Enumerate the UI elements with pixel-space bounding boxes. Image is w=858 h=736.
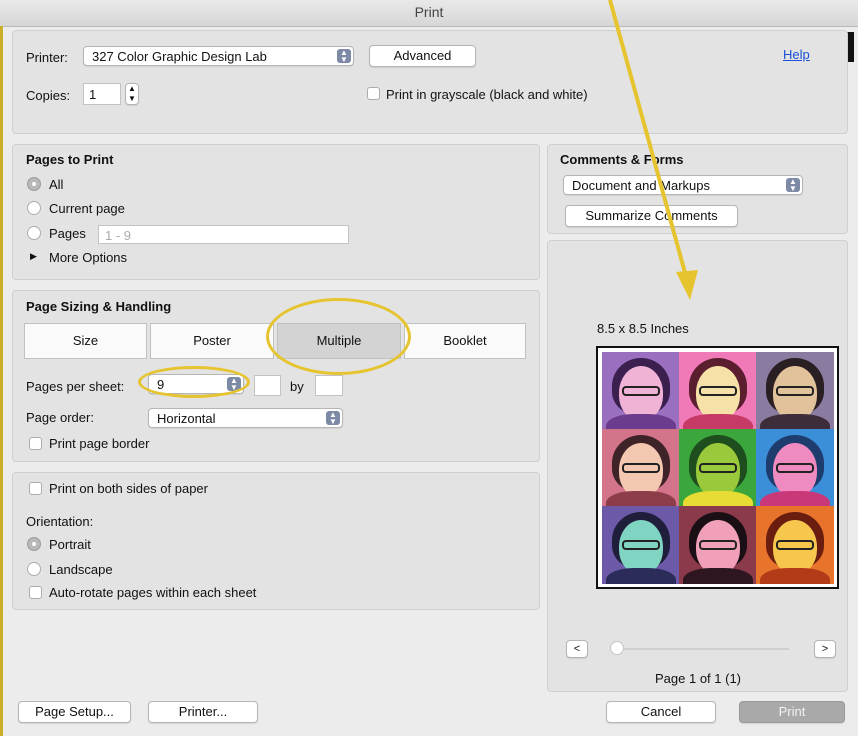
page-count-label: Page 1 of 1 (1) [655, 671, 741, 686]
thumb-body [683, 414, 753, 430]
page-order-value: Horizontal [157, 411, 216, 426]
copies-label: Copies: [26, 88, 71, 103]
preview-thumbnail [679, 352, 757, 430]
thumb-glasses [699, 463, 737, 473]
preview-thumbnail [756, 352, 834, 430]
print-button[interactable]: Print [739, 701, 845, 723]
cancel-button[interactable]: Cancel [606, 701, 716, 723]
both-sides-checkbox[interactable] [29, 482, 42, 495]
copies-value: 1 [89, 87, 97, 102]
page-slider-track[interactable] [617, 648, 789, 650]
chevron-updown-icon: ▲ ▼ [337, 49, 351, 64]
title-bar: Print [0, 0, 858, 27]
preview-thumbnail [756, 429, 834, 507]
prev-page-button[interactable]: < [566, 640, 588, 658]
advanced-button[interactable]: Advanced [369, 45, 476, 67]
grayscale-label: Print in grayscale (black and white) [386, 87, 588, 102]
thumb-body [606, 414, 676, 430]
preview-thumbnail [602, 506, 680, 584]
tab-booklet[interactable]: Booklet [404, 323, 526, 359]
copies-input[interactable]: 1 [83, 83, 121, 105]
printer-select-value: 327 Color Graphic Design Lab [92, 49, 267, 64]
print-border-label: Print page border [49, 436, 150, 451]
rows-input[interactable] [254, 375, 281, 396]
grayscale-checkbox[interactable] [367, 87, 380, 100]
preview-thumbnail [756, 506, 834, 584]
thumb-glasses [776, 386, 814, 396]
preview-thumbnail [602, 429, 680, 507]
orientation-label: Orientation: [26, 514, 94, 529]
both-sides-label: Print on both sides of paper [49, 481, 208, 496]
page-order-select[interactable]: Horizontal ▲ ▼ [148, 408, 343, 428]
by-label: by [290, 379, 304, 394]
thumb-body [606, 491, 676, 507]
preview-thumbnail [679, 429, 757, 507]
preview-sheet [596, 346, 839, 589]
window-edge [0, 26, 3, 736]
thumb-body [683, 491, 753, 507]
all-label: All [49, 177, 64, 192]
page-setup-button[interactable]: Page Setup... [18, 701, 131, 723]
printer-select[interactable]: 327 Color Graphic Design Lab ▲ ▼ [83, 46, 354, 66]
pages-range-input[interactable]: 1 - 9 [98, 225, 349, 244]
landscape-label: Landscape [49, 562, 113, 577]
printer-button[interactable]: Printer... [148, 701, 258, 723]
chevron-updown-icon: ▲ ▼ [786, 178, 800, 193]
portrait-label: Portrait [49, 537, 91, 552]
preview-thumbnail [679, 506, 757, 584]
pages-range-placeholder: 1 - 9 [105, 228, 132, 243]
landscape-radio[interactable] [27, 562, 41, 576]
next-page-button[interactable]: > [814, 640, 836, 658]
chevron-updown-icon: ▲ ▼ [326, 411, 340, 426]
window-title: Print [414, 4, 444, 20]
thumb-body [760, 414, 830, 430]
printer-label: Printer: [26, 50, 68, 65]
thumb-body [683, 568, 753, 584]
more-options-label[interactable]: More Options [49, 250, 127, 265]
print-border-checkbox[interactable] [29, 437, 42, 450]
pages-per-sheet-label: Pages per sheet: [26, 379, 125, 394]
current-page-radio[interactable] [27, 201, 41, 215]
annotation-ring-multiple [266, 298, 411, 375]
autorotate-label: Auto-rotate pages within each sheet [49, 585, 257, 600]
annotation-arrow [608, 0, 698, 300]
tab-size[interactable]: Size [24, 323, 147, 359]
thumb-glasses [776, 540, 814, 550]
thumb-glasses [699, 540, 737, 550]
all-radio[interactable] [27, 177, 41, 191]
preview-thumbnail [602, 352, 680, 430]
annotation-ring-pages [138, 366, 250, 398]
tab-poster[interactable]: Poster [150, 323, 274, 359]
thumb-glasses [622, 386, 660, 396]
portrait-radio[interactable] [27, 537, 41, 551]
thumb-glasses [776, 463, 814, 473]
paper-size-label: 8.5 x 8.5 Inches [597, 321, 689, 336]
help-link[interactable]: Help [783, 47, 810, 62]
pages-title: Pages to Print [26, 152, 114, 167]
arrow-head-icon [676, 270, 698, 300]
thumb-body [760, 568, 830, 584]
page-slider-thumb[interactable] [610, 641, 624, 655]
sizing-title: Page Sizing & Handling [26, 299, 172, 314]
thumb-glasses [622, 463, 660, 473]
thumb-body [606, 568, 676, 584]
page-order-label: Page order: [26, 410, 94, 425]
thumb-glasses [622, 540, 660, 550]
current-page-label: Current page [49, 201, 125, 216]
thumb-body [760, 491, 830, 507]
disclosure-triangle-icon[interactable]: ▶ [30, 251, 37, 262]
copies-stepper[interactable]: ▲ ▼ [125, 83, 139, 105]
thumb-glasses [699, 386, 737, 396]
autorotate-checkbox[interactable] [29, 586, 42, 599]
pages-radio[interactable] [27, 226, 41, 240]
preview-grid [602, 352, 834, 584]
columns-input[interactable] [315, 375, 343, 396]
pages-label: Pages [49, 226, 86, 241]
